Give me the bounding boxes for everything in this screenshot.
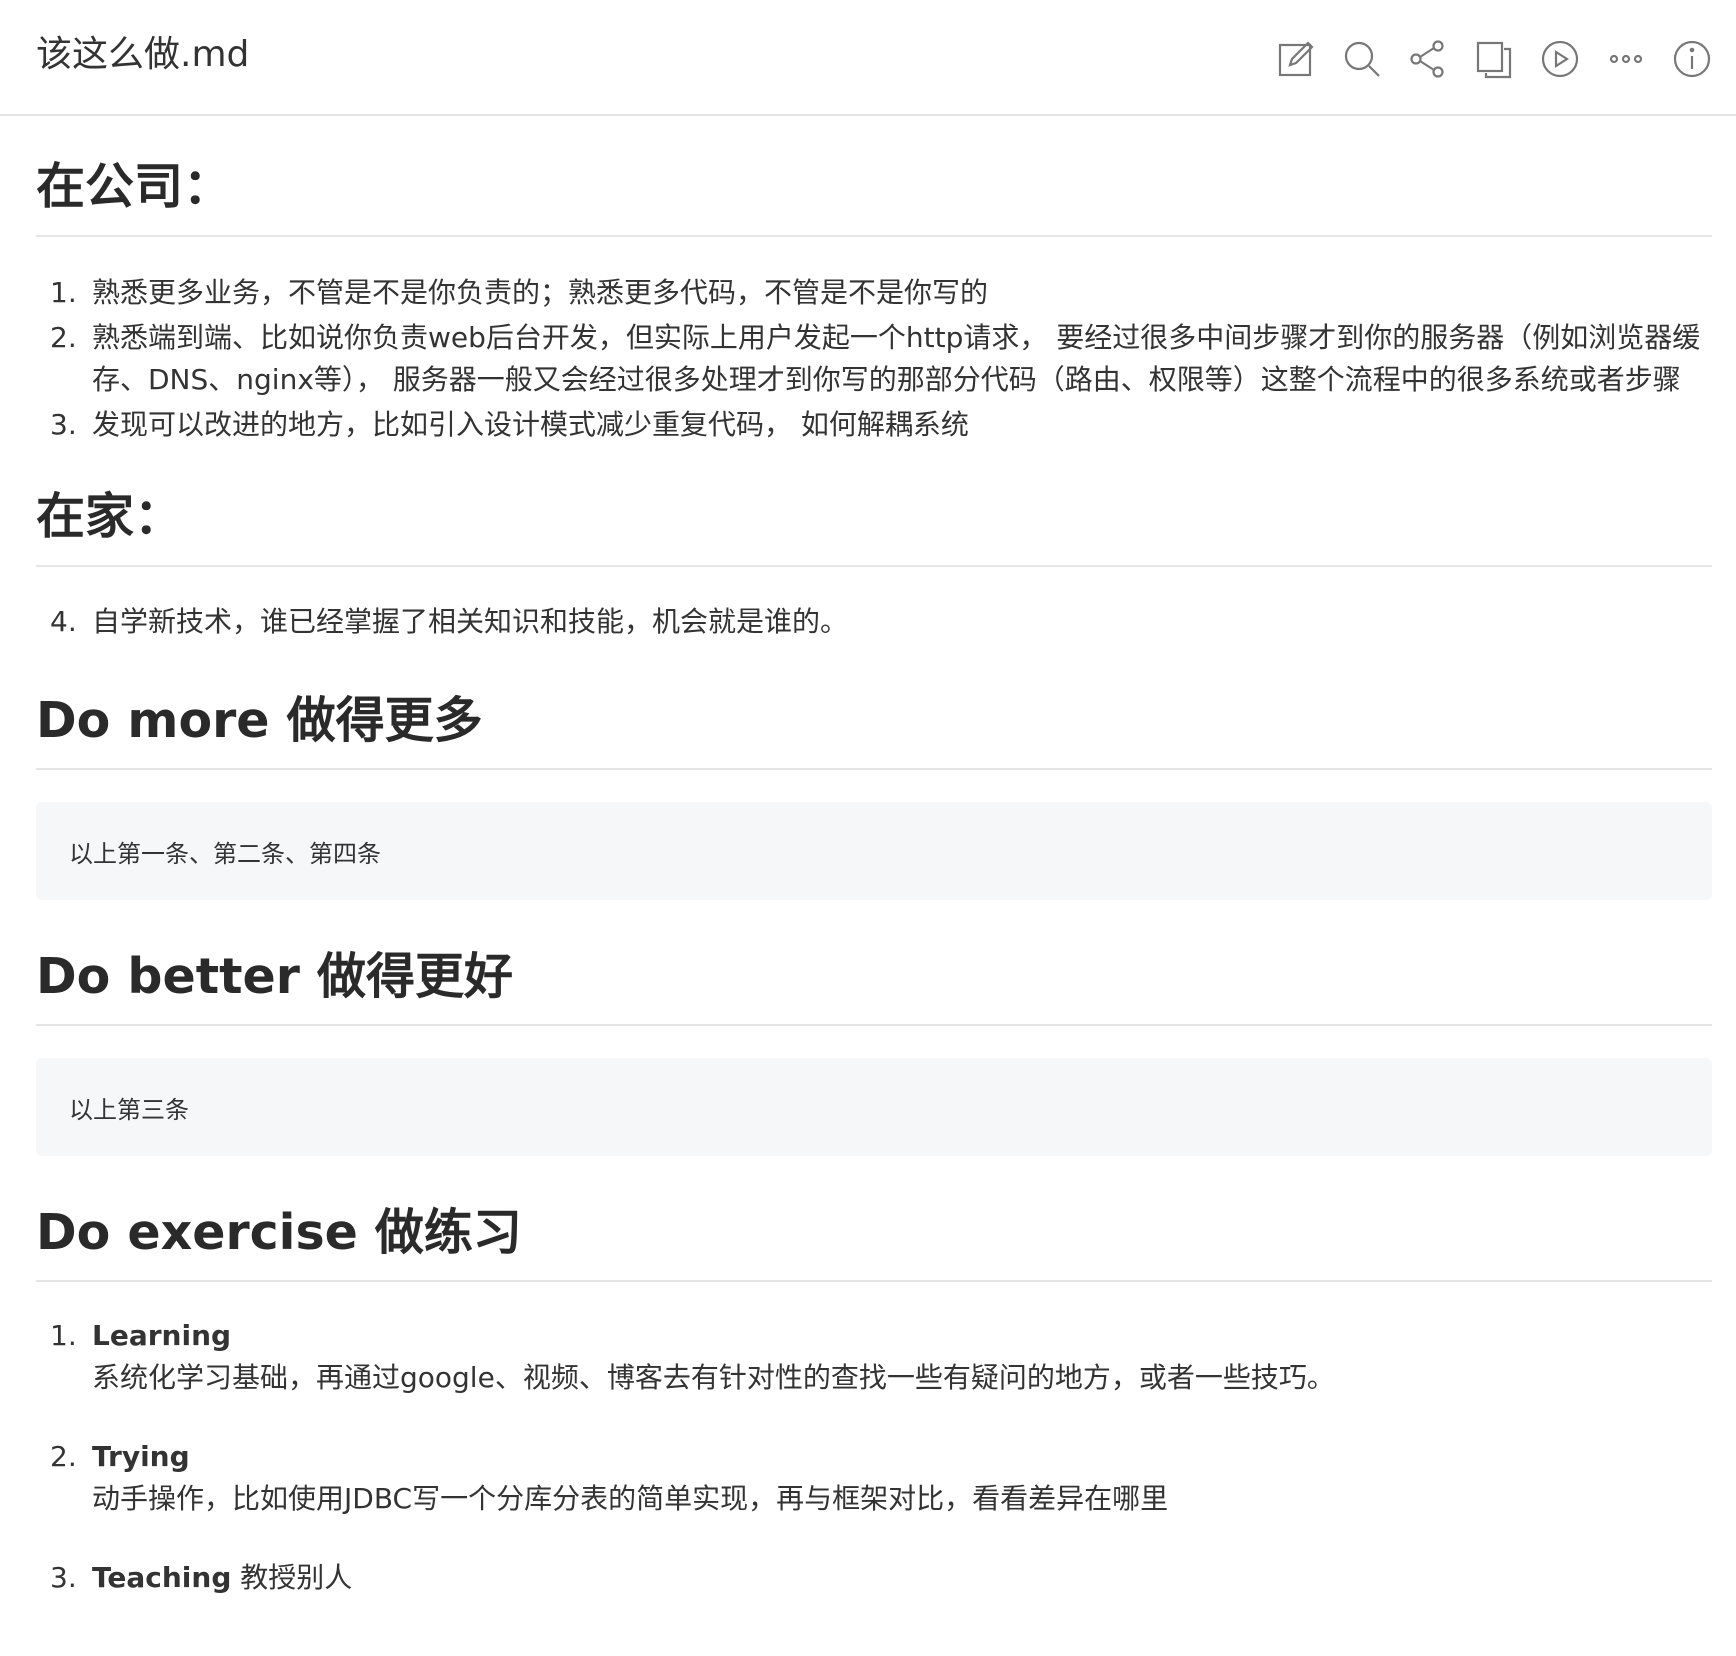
list-number: 2. [50, 321, 77, 354]
copy-icon[interactable] [1472, 37, 1516, 81]
item-tail: 教授别人 [240, 1561, 353, 1594]
list-item: 1. 熟悉更多业务，不管是不是你负责的；熟悉更多代码，不管是不是你写的 [36, 272, 1712, 314]
heading-do-exercise: Do exercise 做练习 [36, 1200, 1712, 1282]
list-item: 4. 自学新技术，谁已经掌握了相关知识和技能，机会就是谁的。 [36, 601, 1712, 643]
share-icon[interactable] [1406, 37, 1450, 81]
list-item: 3. 发现可以改进的地方，比如引入设计模式减少重复代码， 如何解耦系统 [36, 404, 1712, 446]
heading-home: 在家： [36, 488, 1712, 567]
top-bar: 该这么做.md [0, 0, 1736, 116]
list-item-text: 自学新技术，谁已经掌握了相关知识和技能，机会就是谁的。 [92, 605, 849, 638]
list-item-text: 熟悉端到端、比如说你负责web后台开发，但实际上用户发起一个http请求， 要经… [92, 321, 1701, 396]
edit-icon[interactable] [1274, 37, 1318, 81]
quote-text: 以上第一条、第二条、第四条 [69, 839, 381, 868]
more-icon[interactable] [1604, 37, 1648, 81]
list-number: 3. [50, 408, 77, 441]
quote-block-do-better: 以上第三条 [36, 1058, 1712, 1156]
document-title: 该这么做.md [36, 34, 250, 75]
item-body: 动手操作，比如使用JDBC写一个分库分表的简单实现，再与框架对比，看看差异在哪里 [92, 1482, 1169, 1515]
list-number: 1. [50, 1319, 77, 1352]
play-icon[interactable] [1538, 37, 1582, 81]
item-heading: Teaching [92, 1561, 232, 1594]
toolbar [1274, 37, 1714, 81]
home-list: 4. 自学新技术，谁已经掌握了相关知识和技能，机会就是谁的。 [36, 601, 1712, 643]
list-item: 3. Teaching 教授别人 [36, 1557, 1712, 1599]
item-body: 系统化学习基础，再通过google、视频、博客去有针对性的查找一些有疑问的地方，… [92, 1361, 1335, 1394]
quote-block-do-more: 以上第一条、第二条、第四条 [36, 802, 1712, 900]
list-number: 2. [50, 1440, 77, 1473]
heading-company: 在公司： [36, 158, 1712, 237]
list-item: 2. 熟悉端到端、比如说你负责web后台开发，但实际上用户发起一个http请求， … [36, 317, 1712, 401]
item-heading: Trying [92, 1440, 190, 1473]
search-icon[interactable] [1340, 37, 1384, 81]
list-item-text: 熟悉更多业务，不管是不是你负责的；熟悉更多代码，不管是不是你写的 [92, 276, 989, 309]
heading-do-more: Do more 做得更多 [36, 688, 1712, 770]
exercise-list: 1. Learning 系统化学习基础，再通过google、视频、博客去有针对性… [36, 1315, 1712, 1599]
company-list: 1. 熟悉更多业务，不管是不是你负责的；熟悉更多代码，不管是不是你写的 2. 熟悉端… [36, 272, 1712, 446]
quote-text: 以上第三条 [69, 1095, 189, 1124]
list-number: 4. [50, 605, 77, 638]
list-item: 1. Learning 系统化学习基础，再通过google、视频、博客去有针对性… [36, 1315, 1712, 1399]
heading-do-better: Do better 做得更好 [36, 944, 1712, 1026]
info-icon[interactable] [1670, 37, 1714, 81]
list-number: 3. [50, 1561, 77, 1594]
list-number: 1. [50, 276, 77, 309]
document-content: 在公司： 1. 熟悉更多业务，不管是不是你负责的；熟悉更多代码，不管是不是你写的 … [0, 158, 1736, 1599]
list-item: 2. Trying 动手操作，比如使用JDBC写一个分库分表的简单实现，再与框架… [36, 1436, 1712, 1520]
item-heading: Learning [92, 1319, 232, 1352]
list-item-text: 发现可以改进的地方，比如引入设计模式减少重复代码， 如何解耦系统 [92, 408, 969, 441]
